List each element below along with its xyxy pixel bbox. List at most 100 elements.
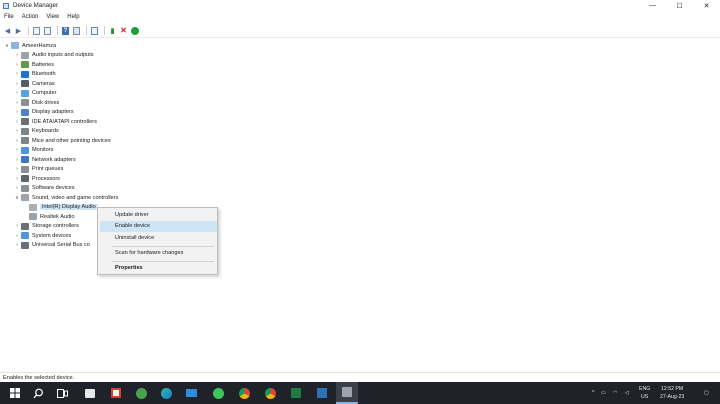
menu-view[interactable]: View bbox=[42, 13, 63, 22]
close-button[interactable]: ✕ bbox=[693, 0, 720, 11]
scan-icon[interactable] bbox=[90, 26, 99, 35]
network-icon[interactable]: ▭ bbox=[601, 390, 606, 397]
expand-icon[interactable]: › bbox=[13, 166, 21, 172]
tree-category[interactable]: › Storage controllers bbox=[13, 222, 79, 231]
menu-enable-device[interactable]: Enable device bbox=[100, 221, 217, 232]
taskbar-chrome-green[interactable] bbox=[130, 382, 152, 404]
enable-device-icon[interactable] bbox=[130, 26, 139, 35]
uninstall-device-icon[interactable]: ✕ bbox=[119, 26, 128, 35]
expand-icon[interactable]: › bbox=[13, 81, 21, 87]
computer-icon[interactable] bbox=[72, 26, 81, 35]
tree-category[interactable]: › Bluetooth bbox=[13, 70, 56, 79]
expand-icon[interactable]: › bbox=[13, 71, 21, 77]
tray-chevron-icon[interactable]: ^ bbox=[592, 390, 594, 397]
tree-category[interactable]: › Display adapters bbox=[13, 108, 74, 117]
tree-category[interactable]: › Monitors bbox=[13, 146, 53, 155]
tree-category[interactable]: › Print queues bbox=[13, 165, 63, 174]
expand-icon[interactable]: › bbox=[13, 176, 21, 182]
collapse-icon[interactable]: ∨ bbox=[13, 195, 21, 201]
menu-help[interactable]: Help bbox=[63, 13, 83, 22]
usb-controller-icon bbox=[21, 241, 29, 249]
expand-icon[interactable]: › bbox=[13, 128, 21, 134]
taskbar-device-manager[interactable] bbox=[336, 382, 358, 404]
taskbar-excel[interactable] bbox=[285, 382, 307, 404]
expand-icon[interactable]: › bbox=[13, 90, 21, 96]
menu-action[interactable]: Action bbox=[18, 13, 43, 22]
collapse-icon[interactable]: ∨ bbox=[3, 43, 11, 49]
category-label: Audio inputs and outputs bbox=[32, 52, 94, 58]
minimize-button[interactable]: — bbox=[639, 0, 666, 11]
expand-icon[interactable]: › bbox=[13, 119, 21, 125]
taskbar-edge[interactable] bbox=[155, 382, 177, 404]
taskbar-app-2[interactable] bbox=[105, 382, 127, 404]
taskbar-mail[interactable] bbox=[180, 382, 202, 404]
tree-category[interactable]: › Audio inputs and outputs bbox=[13, 51, 94, 60]
expand-icon[interactable]: › bbox=[13, 100, 21, 106]
tree-category[interactable]: › Cameras bbox=[13, 79, 55, 88]
tree-category[interactable]: › Mice and other pointing devices bbox=[13, 136, 111, 145]
tree-root[interactable]: ∨ AmeerHamza bbox=[3, 41, 56, 50]
search-button[interactable] bbox=[27, 382, 49, 404]
expand-icon[interactable]: › bbox=[13, 62, 21, 68]
expand-icon[interactable]: › bbox=[13, 147, 21, 153]
taskbar-whatsapp[interactable] bbox=[207, 382, 229, 404]
chrome-icon bbox=[264, 387, 276, 399]
category-label: Software devices bbox=[32, 185, 75, 191]
tree-category[interactable]: › Universal Serial Bus co bbox=[13, 241, 90, 250]
volume-icon[interactable]: ◁ bbox=[625, 390, 629, 397]
category-label: Network adapters bbox=[32, 156, 76, 163]
notification-icon[interactable]: ▢ bbox=[704, 390, 709, 397]
expand-icon[interactable]: › bbox=[13, 52, 21, 58]
menu-scan-hardware[interactable]: Scan for hardware changes bbox=[100, 248, 217, 259]
taskbar-chrome[interactable] bbox=[233, 382, 255, 404]
tree-root-label: AmeerHamza bbox=[22, 42, 57, 49]
tree-category[interactable]: › Software devices bbox=[13, 184, 75, 193]
expand-icon[interactable]: › bbox=[13, 242, 21, 248]
region-indicator[interactable]: US bbox=[641, 394, 648, 401]
properties-icon[interactable] bbox=[32, 26, 41, 35]
tree-device[interactable]: Realtek Audio bbox=[29, 212, 75, 221]
tree-category[interactable]: › Computer bbox=[13, 89, 57, 98]
language-indicator[interactable]: ENG bbox=[639, 386, 650, 393]
start-button[interactable] bbox=[4, 382, 26, 404]
clock-date[interactable]: 27-Aug-23 bbox=[660, 394, 684, 401]
tree-category[interactable]: › IDE ATA/ATAPI controllers bbox=[13, 117, 97, 126]
expand-icon[interactable]: › bbox=[13, 138, 21, 144]
tree-category[interactable]: › System devices bbox=[13, 231, 71, 240]
tree-category[interactable]: › Disk drives bbox=[13, 98, 59, 107]
expand-icon[interactable]: › bbox=[13, 233, 21, 239]
forward-arrow-icon[interactable]: ▶ bbox=[14, 26, 23, 35]
help-doc-icon[interactable] bbox=[43, 26, 52, 35]
menu-properties[interactable]: Properties bbox=[100, 263, 217, 274]
ide-controller-icon bbox=[21, 118, 29, 125]
expand-icon[interactable]: › bbox=[13, 157, 21, 163]
tree-category[interactable]: › Processors bbox=[13, 174, 60, 183]
network-adapter-icon bbox=[21, 156, 29, 163]
task-view-button[interactable] bbox=[51, 382, 73, 404]
back-arrow-icon[interactable]: ◀ bbox=[3, 26, 12, 35]
category-label: Keyboards bbox=[32, 128, 59, 134]
tree-category[interactable]: › Batteries bbox=[13, 60, 54, 69]
taskbar-app-3[interactable] bbox=[311, 382, 333, 404]
device-label: Realtek Audio bbox=[40, 213, 75, 220]
tree-category[interactable]: › Network adapters bbox=[13, 155, 76, 164]
camera-icon bbox=[21, 80, 29, 87]
category-label: Universal Serial Bus co bbox=[32, 242, 90, 248]
maximize-button[interactable]: ☐ bbox=[666, 0, 693, 11]
menu-uninstall-device[interactable]: Uninstall device bbox=[100, 233, 217, 244]
update-driver-icon[interactable]: ▮ bbox=[108, 26, 117, 35]
expand-icon[interactable]: › bbox=[13, 109, 21, 115]
disabled-device-icon bbox=[29, 203, 37, 211]
wifi-icon[interactable]: ◠ bbox=[613, 390, 618, 397]
expand-icon[interactable]: › bbox=[13, 185, 21, 191]
taskbar-chrome-2[interactable] bbox=[259, 382, 281, 404]
tree-device-selected[interactable]: Intel(R) Display Audio bbox=[29, 203, 98, 212]
menu-file[interactable]: File bbox=[0, 13, 18, 22]
taskbar-app-1[interactable] bbox=[79, 382, 101, 404]
expand-icon[interactable]: › bbox=[13, 223, 21, 229]
help-icon[interactable]: ? bbox=[61, 26, 70, 35]
menu-update-driver[interactable]: Update driver bbox=[100, 210, 217, 221]
tree-category[interactable]: › Keyboards bbox=[13, 127, 59, 136]
tree-category-expanded[interactable]: ∨ Sound, video and game controllers bbox=[13, 193, 118, 202]
clock-time[interactable]: 12:52 PM bbox=[661, 386, 683, 393]
